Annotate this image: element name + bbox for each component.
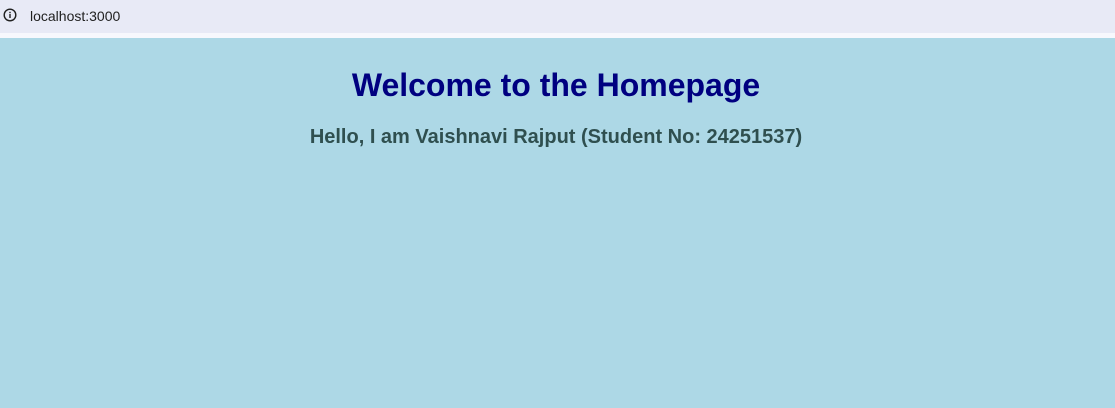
page-subtitle: Hello, I am Vaishnavi Rajput (Student No… (309, 126, 803, 148)
info-icon[interactable] (3, 8, 17, 22)
url-text[interactable]: localhost:3000 (30, 8, 120, 24)
address-bar[interactable]: localhost:3000 (0, 0, 1115, 33)
page-content: Welcome to the Homepage Hello, I am Vais… (0, 38, 1115, 408)
page-title: Welcome to the Homepage (351, 67, 761, 103)
